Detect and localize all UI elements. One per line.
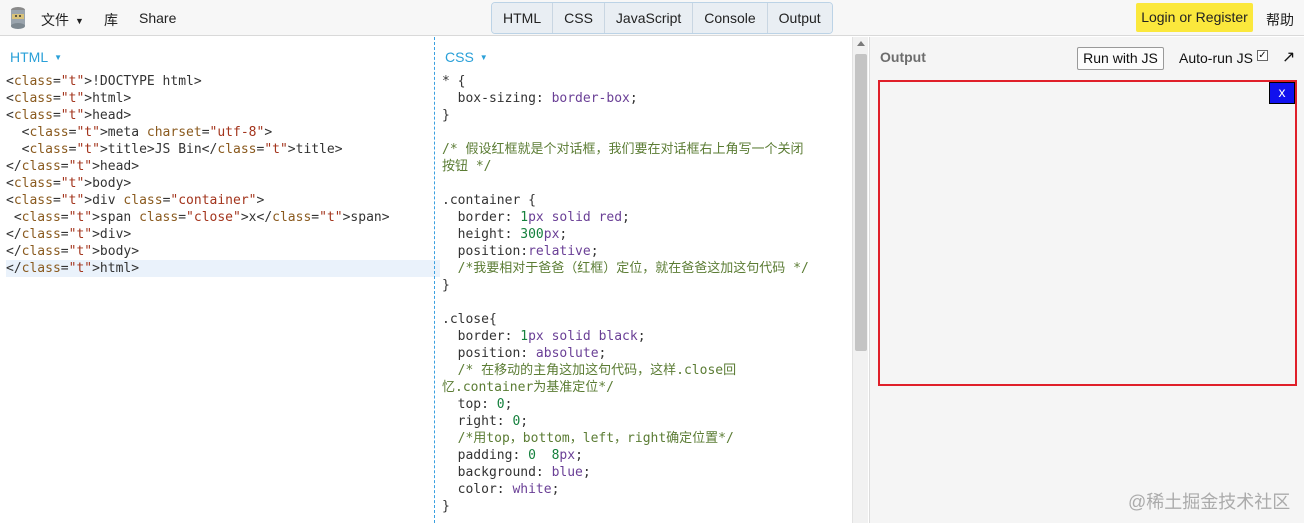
- code-line: <class="t">div class="container">: [6, 193, 265, 208]
- chevron-down-icon: ▼: [479, 53, 488, 62]
- css-panel: CSS▼ * { box-sizing: border-box;}​/* 假设红…: [436, 37, 852, 523]
- preview-close-button[interactable]: x: [1269, 82, 1295, 104]
- help-link[interactable]: 帮助: [1266, 10, 1294, 30]
- code-line: position: absolute;: [442, 346, 607, 361]
- css-panel-title: CSS: [445, 49, 474, 65]
- tab-html[interactable]: HTML: [492, 3, 553, 33]
- code-line: /*用top，bottom，left，right确定位置*/: [442, 431, 734, 446]
- code-line: 按钮 */: [442, 159, 492, 174]
- code-line: border: 1px solid red;: [442, 210, 630, 225]
- scroll-thumb[interactable]: [855, 54, 867, 351]
- code-line: </class="t">body>: [6, 244, 140, 259]
- code-line: <class="t">!DOCTYPE html>: [6, 74, 202, 89]
- code-line: ​: [442, 124, 809, 141]
- code-line: }: [442, 108, 450, 123]
- top-bar: 文件 ▼ 库 Share HTML CSS JavaScript Console …: [0, 0, 1304, 36]
- menu-file-label: 文件: [41, 12, 69, 28]
- css-editor[interactable]: * { box-sizing: border-box;}​/* 假设红框就是个对…: [442, 73, 809, 515]
- panel-divider[interactable]: [434, 37, 435, 523]
- code-line: height: 300px;: [442, 227, 568, 242]
- tab-css[interactable]: CSS: [552, 3, 604, 33]
- watermark: @稀土掘金技术社区: [1128, 492, 1291, 512]
- code-line: </class="t">head>: [6, 159, 140, 174]
- output-panel-title: Output: [880, 49, 926, 65]
- code-line: color: white;: [442, 482, 560, 497]
- tab-javascript[interactable]: JavaScript: [603, 3, 693, 33]
- tab-output[interactable]: Output: [766, 3, 832, 33]
- scroll-up-arrow-icon[interactable]: [857, 41, 865, 46]
- code-line: <class="t">head>: [6, 108, 132, 123]
- html-panel-title: HTML: [10, 49, 49, 65]
- chevron-down-icon: ▼: [54, 53, 63, 62]
- code-line: </class="t">html>: [6, 260, 440, 277]
- expand-arrow-icon[interactable]: ↗: [1282, 47, 1295, 67]
- code-line: right: 0;: [442, 414, 529, 429]
- code-line: * {: [442, 74, 466, 89]
- code-line: <class="t">meta charset="utf-8">: [6, 125, 273, 140]
- code-line: top: 0;: [442, 397, 513, 412]
- css-scrollbar[interactable]: [852, 37, 868, 523]
- preview-container: x: [878, 80, 1297, 386]
- code-line: <class="t">html>: [6, 91, 132, 106]
- html-panel-label[interactable]: HTML ▼: [10, 49, 62, 65]
- code-line: /* 在移动的主角这加这句代码，这样.close回: [442, 363, 737, 378]
- code-line: padding: 0 8px;: [442, 448, 583, 463]
- autorun-checkbox[interactable]: ✓: [1257, 50, 1268, 61]
- html-editor[interactable]: <class="t">!DOCTYPE html> <class="t">html…: [6, 73, 440, 277]
- menu-library[interactable]: 库: [104, 10, 118, 30]
- code-line: /* 假设红框就是个对话框，我们要在对话框右上角写一个关闭: [442, 142, 804, 157]
- jsbin-logo-icon[interactable]: [9, 6, 27, 30]
- css-panel-label[interactable]: CSS ▼: [445, 49, 488, 65]
- chevron-down-icon: ▼: [75, 16, 84, 26]
- code-line: <class="t">body>: [6, 176, 132, 191]
- code-line: /*我要相对于爸爸（红框）定位，就在爸爸这加这句代码 */: [442, 261, 809, 276]
- code-line: }: [442, 278, 450, 293]
- code-line: </class="t">div>: [6, 227, 132, 242]
- login-register-button[interactable]: Login or Register: [1136, 3, 1253, 32]
- autorun-label: Auto-run JS: [1179, 50, 1253, 66]
- code-line: 忆.container为基准定位*/: [442, 380, 614, 395]
- menu-file[interactable]: 文件 ▼: [41, 10, 84, 30]
- code-line: .close{: [442, 312, 497, 327]
- code-line: border: 1px solid black;: [442, 329, 646, 344]
- code-line: ​: [442, 294, 809, 311]
- code-line: <class="t">span class="close">x</class="…: [6, 210, 390, 225]
- code-line: box-sizing: border-box;: [442, 91, 638, 106]
- code-line: <class="t">title>JS Bin</class="t">title…: [6, 142, 343, 157]
- run-with-js-button[interactable]: Run with JS: [1077, 47, 1164, 70]
- code-line: background: blue;: [442, 465, 591, 480]
- tab-console[interactable]: Console: [692, 3, 767, 33]
- code-line: }: [442, 499, 450, 514]
- panel-tabs: HTML CSS JavaScript Console Output: [491, 2, 833, 34]
- code-line: ​: [442, 175, 809, 192]
- code-line: .container {: [442, 193, 536, 208]
- menu-share[interactable]: Share: [139, 10, 176, 26]
- html-panel: HTML ▼ <class="t">!DOCTYPE html> <class="t…: [0, 37, 440, 523]
- code-line: position:relative;: [442, 244, 599, 259]
- output-panel: Output Run with JS Auto-run JS ✓ ↗ x: [869, 37, 1304, 523]
